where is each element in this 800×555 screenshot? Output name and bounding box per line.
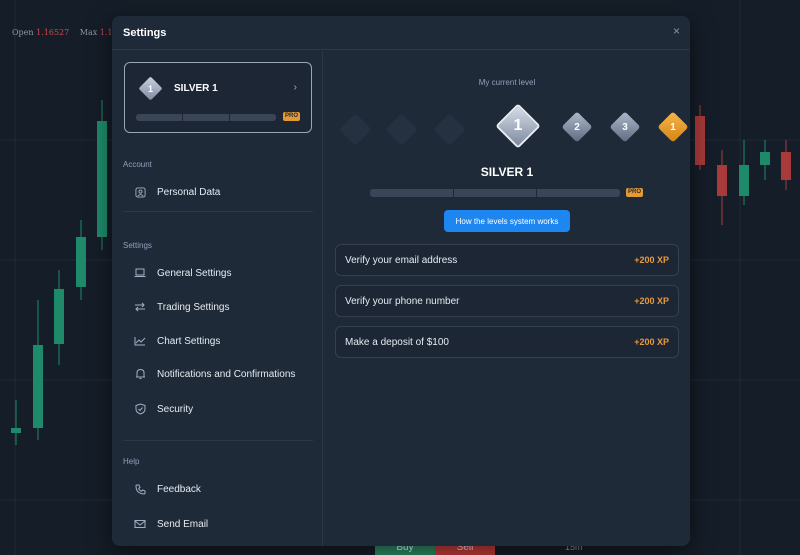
close-icon[interactable]: × <box>673 24 680 38</box>
how-levels-work-button[interactable]: How the levels system works <box>444 210 570 232</box>
mail-icon <box>131 517 149 531</box>
laptop-icon <box>131 266 149 280</box>
open-value: 1.16527 <box>36 28 70 37</box>
gold-level-icon: 1 <box>657 111 689 143</box>
candle <box>54 289 64 344</box>
task-label: Verify your phone number <box>345 296 460 307</box>
candle <box>717 165 727 196</box>
task-verify-phone[interactable]: Verify your phone number +200 XP <box>335 285 679 317</box>
settings-modal: Settings × 1 SILVER 1 › PRO Account Pers… <box>112 16 690 546</box>
candle <box>760 152 770 165</box>
sidebar-item-feedback[interactable]: Feedback <box>123 478 313 500</box>
task-xp: +200 XP <box>634 337 669 347</box>
candle <box>781 152 791 180</box>
open-label: Open <box>12 28 34 37</box>
candle <box>739 165 749 196</box>
sidebar-item-label: Personal Data <box>157 186 221 198</box>
locked-level-icon <box>433 113 466 146</box>
divider <box>123 440 313 441</box>
bell-icon <box>131 367 149 381</box>
pro-badge: PRO <box>626 188 644 197</box>
sidebar-item-label: Feedback <box>157 483 201 495</box>
divider <box>123 211 313 212</box>
level-progress-bar <box>136 114 276 121</box>
silver-level-icon: 1 <box>138 76 163 101</box>
task-label: Verify your email address <box>345 255 458 266</box>
exchange-icon <box>131 300 149 314</box>
locked-level-icon <box>385 113 418 146</box>
task-deposit[interactable]: Make a deposit of $100 +200 XP <box>335 326 679 358</box>
section-account: Account <box>123 160 152 169</box>
sidebar-item-label: Notifications and Confirmations <box>157 368 296 380</box>
section-help: Help <box>123 457 140 466</box>
locked-level-icon <box>339 113 372 146</box>
sidebar-item-notifications[interactable]: Notifications and Confirmations <box>123 363 313 385</box>
phone-icon <box>131 482 149 496</box>
ohlc-readout: Open 1.16527 Max 1.16 <box>12 28 126 37</box>
sidebar-item-security[interactable]: Security <box>123 398 313 420</box>
section-settings: Settings <box>123 241 152 250</box>
level-number: 3 <box>622 121 628 133</box>
user-icon <box>131 185 149 199</box>
candle <box>11 428 21 433</box>
chevron-right-icon: › <box>293 82 297 93</box>
level-panel: My current level 1 2 3 1 SILVER 1 PRO Ho… <box>324 51 690 546</box>
silver-star-level-icon: 2 <box>561 111 593 143</box>
level-name: SILVER 1 <box>174 83 218 94</box>
modal-header: Settings × <box>112 16 690 50</box>
candle <box>97 121 107 237</box>
settings-sidebar: 1 SILVER 1 › PRO Account Personal Data S… <box>112 51 323 546</box>
task-xp: +200 XP <box>634 296 669 306</box>
sidebar-item-label: General Settings <box>157 267 232 279</box>
sidebar-item-label: Trading Settings <box>157 301 230 313</box>
sidebar-item-send-email[interactable]: Send Email <box>123 513 313 535</box>
level-number: 1 <box>513 117 523 134</box>
sidebar-item-trading-settings[interactable]: Trading Settings <box>123 296 313 318</box>
task-xp: +200 XP <box>634 255 669 265</box>
candle <box>695 116 705 165</box>
pro-badge: PRO <box>283 112 301 121</box>
current-level-label: My current level <box>478 78 536 87</box>
chart-line-icon <box>131 334 149 348</box>
sidebar-item-label: Chart Settings <box>157 335 221 347</box>
shield-icon <box>131 402 149 416</box>
sidebar-item-label: Send Email <box>157 518 209 530</box>
silver-star-level-icon: 3 <box>609 111 641 143</box>
sidebar-item-chart-settings[interactable]: Chart Settings <box>123 330 313 352</box>
task-verify-email[interactable]: Verify your email address +200 XP <box>335 244 679 276</box>
level-number: 1 <box>147 83 153 94</box>
level-progress-bar <box>370 189 621 197</box>
candles-right <box>695 105 791 225</box>
level-card[interactable]: 1 SILVER 1 › PRO <box>124 62 312 133</box>
current-level-name: SILVER 1 <box>480 165 534 179</box>
modal-title: Settings <box>123 27 167 39</box>
task-label: Make a deposit of $100 <box>345 337 449 348</box>
level-number: 1 <box>670 121 676 133</box>
sidebar-item-personal-data[interactable]: Personal Data <box>123 181 313 203</box>
level-number: 2 <box>574 121 580 133</box>
candle <box>33 345 43 428</box>
max-label: Max <box>79 28 98 37</box>
sidebar-item-general-settings[interactable]: General Settings <box>123 262 313 284</box>
sidebar-item-label: Security <box>157 403 194 415</box>
silver-level-icon-current: 1 <box>495 103 541 149</box>
candles-left <box>11 100 107 445</box>
candle <box>76 237 86 287</box>
level-track: 1 2 3 1 <box>324 103 690 149</box>
